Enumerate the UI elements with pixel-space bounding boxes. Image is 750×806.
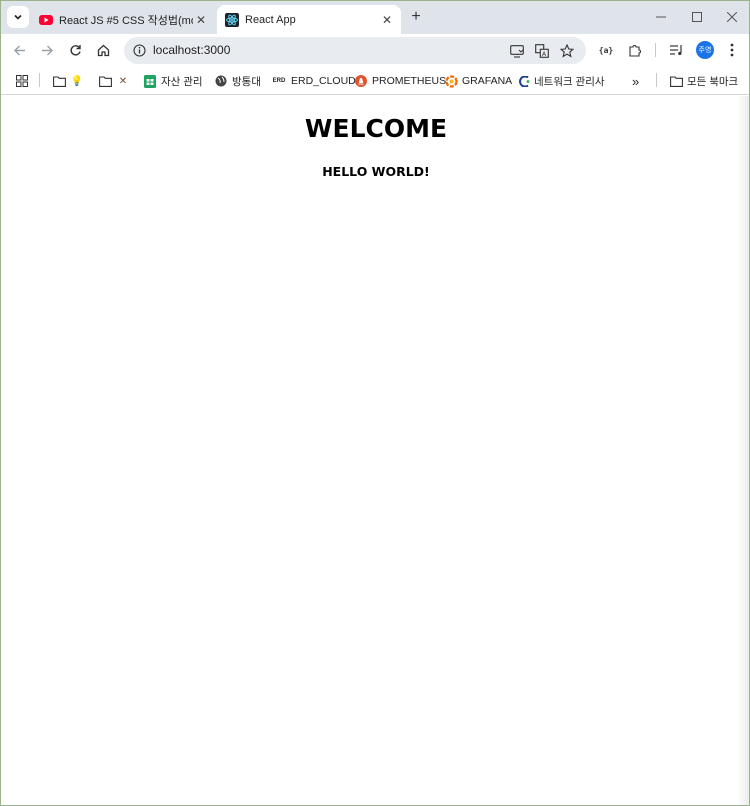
bookmark-label: 방통대 [232, 75, 261, 88]
bookmark-folder-bulb[interactable]: 💡 [52, 72, 88, 90]
menu-button[interactable] [721, 39, 743, 61]
media-controls-button[interactable] [666, 39, 688, 61]
translate-icon[interactable]: A [532, 41, 552, 61]
bookmark-erd-cloud[interactable]: ERD ERD_CLOUD [271, 72, 356, 90]
bookmark-label: 모든 북마크 [687, 75, 739, 88]
kebab-menu-icon [730, 43, 734, 57]
url-text[interactable]: localhost:3000 [153, 43, 230, 57]
tab-react-app[interactable]: React App ✕ [217, 5, 401, 34]
youtube-icon [39, 13, 53, 27]
devtools-extension-button[interactable]: {a} [595, 39, 617, 61]
close-icon [727, 12, 737, 22]
toolbar-separator [655, 43, 656, 57]
tab-youtube[interactable]: React JS #5 CSS 작성법(modul ✕ [33, 5, 215, 34]
folder-icon [669, 74, 683, 88]
home-icon [97, 44, 109, 56]
forward-button[interactable] [36, 39, 58, 61]
double-chevron-right-icon: » [632, 73, 640, 89]
bookmark-folder-tools[interactable]: ✕ [98, 72, 134, 90]
bookmark-grafana[interactable]: GRAFANA [444, 72, 512, 90]
bookmark-asset[interactable]: 자산 관리 [143, 72, 203, 90]
minimize-icon [656, 16, 666, 18]
bookmark-label: 자산 관리 [161, 75, 203, 88]
page-subheading: HELLO WORLD! [322, 164, 430, 179]
bookmark-network-admin[interactable]: 네트워크 관리사 [516, 72, 605, 90]
install-app-icon[interactable] [507, 41, 527, 61]
prometheus-icon [354, 74, 368, 88]
page-edge-shadow [737, 96, 749, 805]
folder-icon [52, 74, 66, 88]
maximize-icon [692, 12, 702, 22]
apps-button[interactable] [15, 72, 33, 90]
tab-title: React JS #5 CSS 작성법(modul [59, 14, 193, 27]
erd-icon: ERD [272, 78, 286, 84]
all-bookmarks-folder[interactable]: 모든 북마크 [669, 72, 738, 90]
grid-icon [15, 74, 29, 88]
home-button[interactable] [92, 39, 114, 61]
new-tab-button[interactable]: + [406, 7, 426, 27]
arrow-right-icon [41, 45, 53, 55]
maximize-button[interactable] [687, 7, 707, 27]
tab-title: React App [245, 13, 296, 26]
browser-window: React JS #5 CSS 작성법(modul ✕ React App ✕ … [0, 0, 750, 806]
bookmark-label: PROMETHEUS [372, 75, 447, 87]
plus-icon: + [411, 8, 421, 25]
profile-avatar[interactable]: 주영 [696, 41, 714, 59]
close-icon[interactable]: ✕ [379, 12, 395, 28]
bookmark-label: ERD_CLOUD [291, 75, 356, 87]
reload-icon [69, 44, 81, 55]
arrow-left-icon [13, 45, 25, 55]
bookmarks-separator [39, 73, 40, 87]
more-bookmarks-button[interactable]: » [632, 72, 639, 90]
back-button[interactable] [8, 39, 30, 61]
tools-icon: ✕ [118, 75, 128, 87]
bulb-icon: 💡 [70, 75, 84, 87]
grafana-icon [444, 74, 458, 88]
reload-button[interactable] [64, 39, 86, 61]
bookmark-knou[interactable]: 방통대 [214, 72, 261, 90]
page-content: WELCOME HELLO WORLD! [1, 96, 749, 805]
playlist-icon [670, 45, 682, 56]
tab-strip: React JS #5 CSS 작성법(modul ✕ React App ✕ … [1, 1, 749, 34]
bookmark-label: 네트워크 관리사 [534, 75, 605, 88]
extensions-button[interactable] [624, 39, 646, 61]
bookmark-prometheus[interactable]: PROMETHEUS [354, 72, 446, 90]
folder-icon [98, 74, 112, 88]
bookmarks-bar: 💡 ✕ 자산 관리 방통대 ERD ERD_CLOUD PROMETHEUS G… [1, 67, 749, 95]
close-icon[interactable]: ✕ [193, 12, 209, 28]
minimize-button[interactable] [651, 7, 671, 27]
sheets-icon [143, 74, 157, 88]
tab-search-button[interactable] [7, 6, 29, 28]
bookmark-label: GRAFANA [462, 75, 513, 87]
puzzle-icon [629, 45, 641, 57]
chevron-down-icon [14, 14, 22, 20]
toolbar: localhost:3000 A {a} 주영 [1, 34, 749, 66]
close-window-button[interactable] [722, 7, 742, 27]
react-icon [225, 12, 239, 27]
network-icon [516, 74, 530, 88]
bookmarks-separator [656, 73, 657, 87]
code-braces-icon: {a} [598, 45, 614, 55]
star-icon[interactable] [557, 41, 577, 61]
page-heading: WELCOME [304, 114, 448, 143]
site-info-icon[interactable] [130, 41, 148, 59]
globe-icon [214, 74, 228, 88]
address-bar[interactable]: localhost:3000 A [124, 37, 586, 64]
